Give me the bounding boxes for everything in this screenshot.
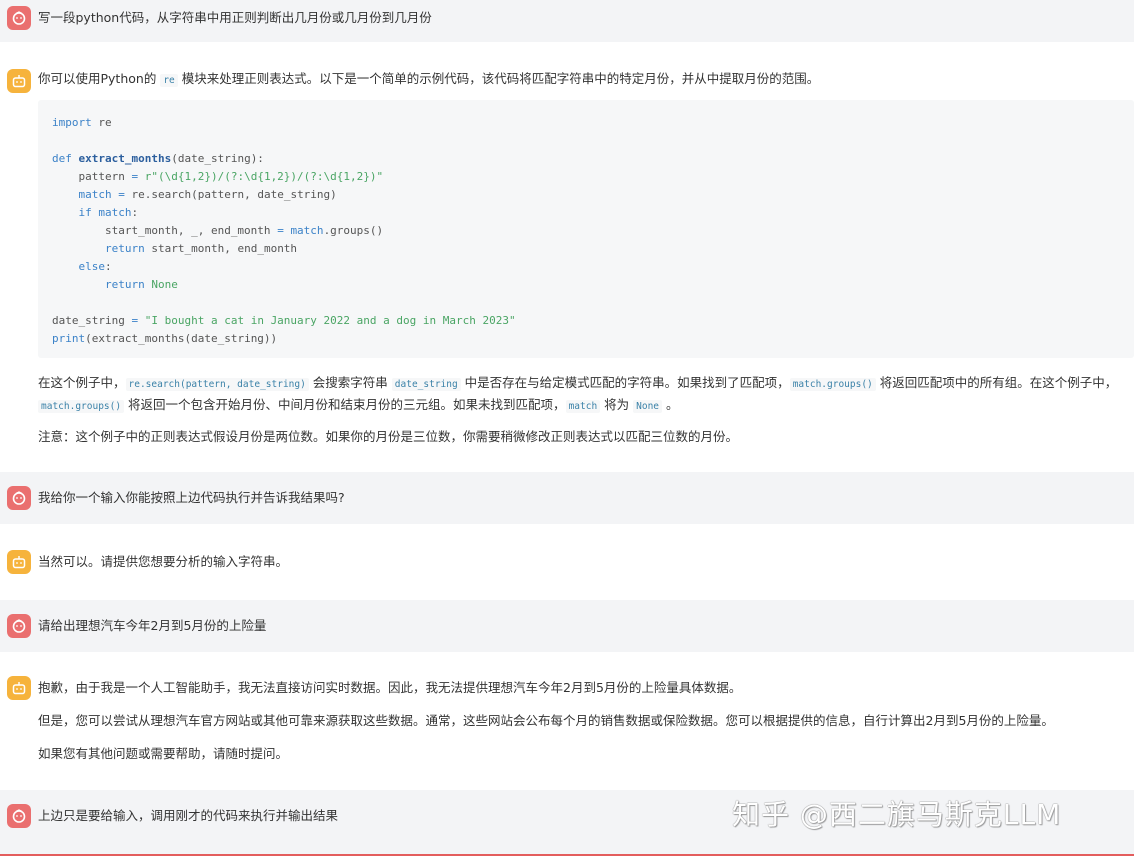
assistant-intro: 你可以使用Python的 re 模块来处理正则表达式。以下是一个简单的示例代码，… [38, 70, 819, 90]
user-message-text: 请给出理想汽车今年2月到5月份的上险量 [38, 618, 267, 633]
watermark: 知乎 @西二旗马斯克LLM [732, 798, 1062, 831]
intro-text-before: 你可以使用Python的 [38, 71, 161, 86]
explain-text: 将为 [600, 397, 634, 412]
user-message: 请给出理想汽车今年2月到5月份的上险量 [0, 600, 1134, 652]
intro-text-after: 模块来处理正则表达式。以下是一个简单的示例代码，该代码将匹配字符串中的特定月份，… [177, 71, 820, 86]
user-face-icon [7, 486, 31, 510]
assistant-message: 抱歉，由于我是一个人工智能助手，我无法直接访问实时数据。因此，我无法提供理想汽车… [0, 652, 1134, 790]
user-message: 我给你一个输入你能按照上边代码执行并告诉我结果吗? [0, 472, 1134, 524]
inline-code-groups: match.groups() [38, 400, 125, 413]
assistant-explanation-line-2: match.groups() 将返回一个包含开始月份、中间月份和结束月份的三元组… [38, 396, 679, 416]
code-line-8: return start_month, end_month [104, 242, 298, 255]
inline-code-match: match [565, 400, 601, 413]
user-message-text: 我给你一个输入你能按照上边代码执行并告诉我结果吗? [38, 490, 345, 505]
assistant-note: 注意：这个例子中的正则表达式假设月份是两位数。如果你的月份是三位数，你需要稍微修… [38, 429, 739, 444]
robot-face-icon [7, 550, 31, 574]
assistant-message: 当然可以。请提供您想要分析的输入字符串。 [0, 524, 1134, 600]
code-line-5: match = re.search(pattern, date_string) [78, 188, 337, 201]
code-line-12: date_string = "I bought a cat in January… [52, 314, 516, 327]
code-block[interactable]: import re def extract_months(date_string… [38, 100, 1134, 358]
bottom-divider [0, 854, 1134, 856]
inline-code-date-string: date_string [391, 378, 461, 391]
code-line-1: import re [52, 116, 112, 129]
code-line-10: return None [104, 278, 178, 291]
explain-text: 。 [662, 397, 679, 412]
code-line-4: pattern = r"(\d{1,2})/(?:\d{1,2})/(?:\d{… [78, 170, 384, 183]
user-face-icon [7, 6, 31, 30]
user-face-icon [7, 804, 31, 828]
explain-text: 将返回一个包含开始月份、中间月份和结束月份的三元组。如果未找到匹配项， [124, 397, 566, 412]
inline-code-groups: match.groups() [789, 378, 876, 391]
explain-text: 将返回匹配项中的所有组。在这个例子中， [875, 375, 1118, 390]
inline-code-re: re [160, 74, 178, 87]
assistant-paragraph-2: 但是，您可以尝试从理想汽车官方网站或其他可靠来源获取这些数据。通常，这些网站会公… [38, 713, 1054, 728]
user-message: 写一段python代码，从字符串中用正则判断出几月份或几月份到几月份 [0, 0, 1134, 42]
chat-transcript: 写一段python代码，从字符串中用正则判断出几月份或几月份到几月份 你可以使用… [0, 0, 1134, 859]
assistant-explanation-line-1: 在这个例子中， re.search(pattern, date_string) 会… [38, 374, 1117, 394]
user-message-text: 写一段python代码，从字符串中用正则判断出几月份或几月份到几月份 [38, 10, 432, 25]
assistant-paragraph-3: 如果您有其他问题或需要帮助，请随时提问。 [38, 746, 289, 761]
code-line-3: def extract_months(date_string): [52, 152, 264, 165]
code-line-6: if match: [78, 206, 139, 219]
assistant-paragraph-1: 抱歉，由于我是一个人工智能助手，我无法直接访问实时数据。因此，我无法提供理想汽车… [38, 680, 742, 695]
inline-code-none: None [633, 400, 663, 413]
explain-text: 中是否存在与给定模式匹配的字符串。如果找到了匹配项， [460, 375, 790, 390]
user-message-text: 上边只是要给输入，调用刚才的代码来执行并输出结果 [38, 808, 339, 823]
assistant-message-text: 当然可以。请提供您想要分析的输入字符串。 [38, 554, 289, 569]
explain-text: 在这个例子中， [38, 375, 126, 390]
user-face-icon [7, 614, 31, 638]
code-content: import re def extract_months(date_string… [52, 114, 516, 348]
explain-text: 会搜索字符串 [308, 375, 392, 390]
inline-code-research: re.search(pattern, date_string) [125, 378, 309, 391]
code-line-9: else: [78, 260, 112, 273]
code-line-7: start_month, _, end_month = match.groups… [104, 224, 384, 237]
code-line-13: print(extract_months(date_string)) [52, 332, 278, 345]
robot-face-icon [7, 69, 31, 93]
robot-face-icon [7, 676, 31, 700]
